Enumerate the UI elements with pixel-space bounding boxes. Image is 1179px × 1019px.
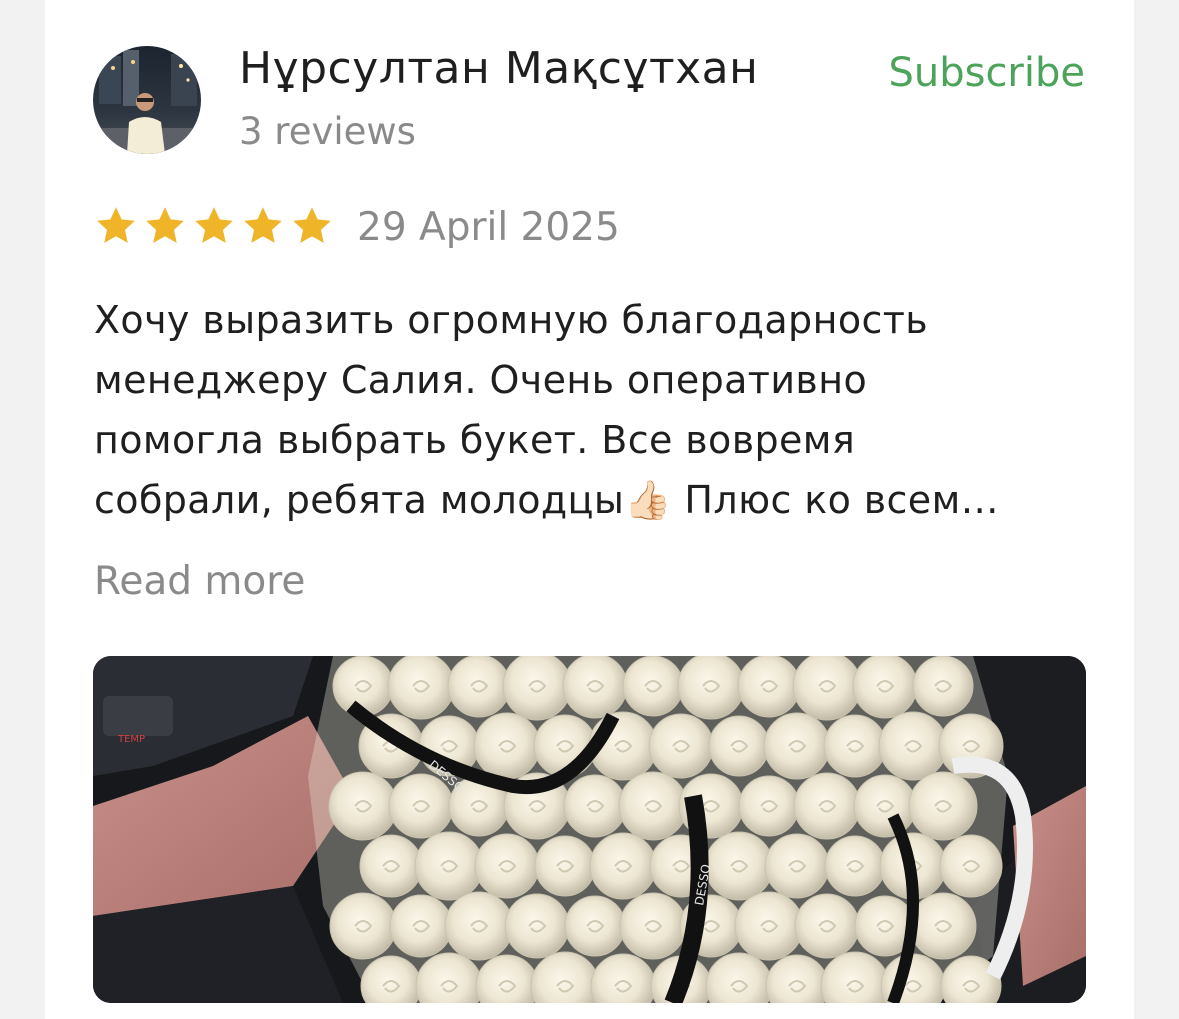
read-more-link[interactable]: Read more (94, 556, 305, 608)
review-photo[interactable]: TEMP DESSO DESSO (93, 656, 1086, 1003)
star-icon (244, 207, 282, 243)
star-icon (97, 207, 135, 243)
author-avatar[interactable] (93, 46, 201, 154)
star-icon (293, 207, 331, 243)
review-text-line: Хочу выразить огромную благодарность (94, 298, 929, 342)
star-icon (195, 207, 233, 243)
review-text-line: помогла выбрать букет. Все вовремя (94, 418, 856, 462)
author-name[interactable]: Нұрсултан Мақсұтхан (239, 42, 758, 96)
review-text: Хочу выразить огромную благодарность мен… (94, 290, 1094, 530)
svg-text:TEMP: TEMP (117, 734, 145, 745)
review-card: Нұрсултан Мақсұтхан 3 reviews Subscribe … (45, 0, 1134, 1019)
review-text-line: собрали, ребята молодцы👍🏻 Плюс ко всем… (94, 478, 1000, 522)
star-rating (94, 204, 334, 248)
review-date: 29 April 2025 (357, 205, 620, 250)
star-icon (146, 207, 184, 243)
subscribe-button[interactable]: Subscribe (888, 48, 1085, 98)
review-text-line: менеджеру Салия. Очень оперативно (94, 358, 868, 402)
review-count: 3 reviews (239, 110, 416, 153)
